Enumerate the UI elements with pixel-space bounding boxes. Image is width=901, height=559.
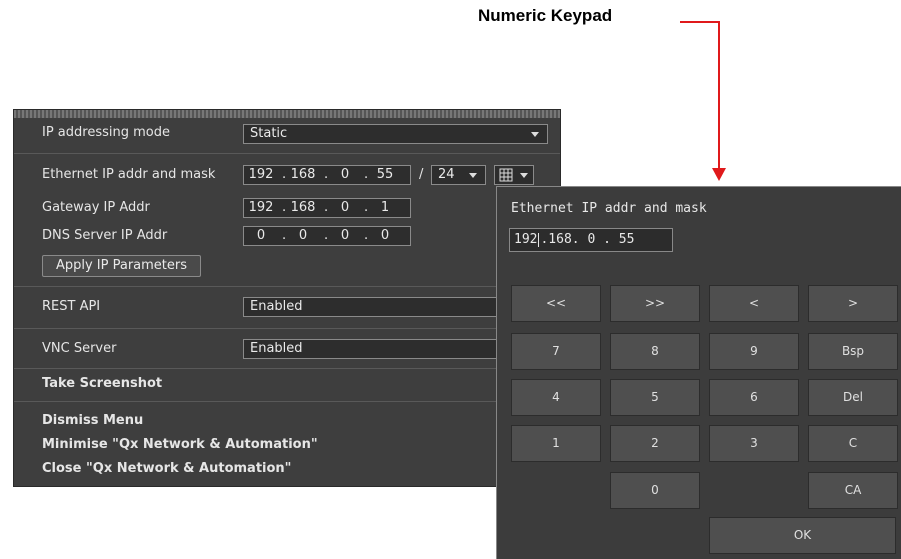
- take-screenshot-item[interactable]: Take Screenshot: [42, 376, 162, 391]
- octet: 0: [380, 228, 390, 243]
- keypad-grid-icon: [499, 168, 513, 182]
- divider: [14, 401, 560, 402]
- key-5[interactable]: 5: [610, 379, 700, 416]
- keypad-toggle-button[interactable]: [494, 165, 534, 185]
- key-6[interactable]: 6: [709, 379, 799, 416]
- octet: 168: [290, 200, 316, 215]
- ip-mode-dropdown[interactable]: Static: [243, 124, 548, 144]
- mask-separator: /: [419, 167, 424, 182]
- dns-ip-label: DNS Server IP Addr: [42, 228, 168, 243]
- vnc-server-value: Enabled: [250, 341, 303, 356]
- dismiss-menu-item[interactable]: Dismiss Menu: [42, 413, 143, 428]
- octet-dot: .: [364, 228, 369, 243]
- callout-arrow-line-vertical: [718, 21, 720, 171]
- key-1[interactable]: 1: [511, 425, 601, 462]
- octet: 0: [340, 228, 350, 243]
- octet: 0: [340, 200, 350, 215]
- numeric-keypad-panel: Ethernet IP addr and mask 192.168. 0 . 5…: [496, 186, 901, 559]
- callout-arrow-head-icon: [712, 168, 726, 181]
- octet: 192: [248, 200, 274, 215]
- menu-title-strip: [14, 110, 560, 118]
- octet-dot: .: [282, 167, 287, 182]
- keypad-input-before-cursor: 192: [514, 232, 538, 247]
- divider: [14, 328, 560, 329]
- divider: [14, 153, 560, 154]
- octet-dot: .: [364, 167, 369, 182]
- octet: 0: [298, 228, 308, 243]
- key-clear-all[interactable]: CA: [808, 472, 898, 509]
- callout-arrow-line: [680, 21, 720, 23]
- vnc-server-label: VNC Server: [42, 341, 117, 356]
- close-app-item[interactable]: Close "Qx Network & Automation": [42, 461, 291, 476]
- octet-dot: .: [282, 200, 287, 215]
- key-clear[interactable]: C: [808, 425, 898, 462]
- key-3[interactable]: 3: [709, 425, 799, 462]
- key-9[interactable]: 9: [709, 333, 799, 370]
- minimise-app-item[interactable]: Minimise "Qx Network & Automation": [42, 437, 318, 452]
- key-move-last[interactable]: >>: [610, 285, 700, 322]
- ethernet-ip-label: Ethernet IP addr and mask: [42, 167, 216, 182]
- octet-dot: .: [364, 200, 369, 215]
- divider: [14, 286, 560, 287]
- octet: 1: [380, 200, 390, 215]
- keypad-title: Ethernet IP addr and mask: [511, 201, 707, 216]
- key-backspace[interactable]: Bsp: [808, 333, 898, 370]
- subnet-mask-dropdown[interactable]: 24: [431, 165, 486, 185]
- subnet-mask-value: 24: [438, 167, 455, 182]
- ethernet-ip-input[interactable]: 192 . 168 . 0 . 55: [243, 165, 411, 185]
- key-delete[interactable]: Del: [808, 379, 898, 416]
- octet: 192: [248, 167, 274, 182]
- key-0[interactable]: 0: [610, 472, 700, 509]
- octet-dot: .: [324, 167, 329, 182]
- keypad-input-after-cursor: .168. 0 . 55: [540, 232, 635, 247]
- key-ok[interactable]: OK: [709, 517, 896, 554]
- keypad-ip-input[interactable]: 192.168. 0 . 55: [509, 228, 673, 252]
- gateway-ip-label: Gateway IP Addr: [42, 200, 150, 215]
- octet: 55: [376, 167, 394, 182]
- chevron-down-icon: [469, 173, 477, 178]
- key-4[interactable]: 4: [511, 379, 601, 416]
- octet-dot: .: [324, 228, 329, 243]
- octet: 0: [340, 167, 350, 182]
- octet: 168: [290, 167, 316, 182]
- key-2[interactable]: 2: [610, 425, 700, 462]
- chevron-down-icon: [531, 132, 539, 137]
- octet-dot: .: [324, 200, 329, 215]
- numeric-keypad-callout: Numeric Keypad: [478, 6, 613, 25]
- key-move-right[interactable]: >: [808, 285, 898, 322]
- apply-ip-parameters-button[interactable]: Apply IP Parameters: [42, 255, 201, 277]
- octet: 0: [256, 228, 266, 243]
- chevron-down-icon: [520, 173, 528, 178]
- ip-mode-value: Static: [250, 126, 288, 141]
- octet-dot: .: [282, 228, 287, 243]
- rest-api-label: REST API: [42, 299, 101, 314]
- gateway-ip-input[interactable]: 192 . 168 . 0 . 1: [243, 198, 411, 218]
- ip-mode-label: IP addressing mode: [42, 125, 170, 140]
- dns-ip-input[interactable]: 0 . 0 . 0 . 0: [243, 226, 411, 246]
- key-8[interactable]: 8: [610, 333, 700, 370]
- key-7[interactable]: 7: [511, 333, 601, 370]
- key-move-first[interactable]: <<: [511, 285, 601, 322]
- network-settings-menu: IP addressing mode Static Ethernet IP ad…: [13, 109, 561, 487]
- rest-api-value: Enabled: [250, 299, 303, 314]
- divider: [14, 368, 560, 369]
- key-move-left[interactable]: <: [709, 285, 799, 322]
